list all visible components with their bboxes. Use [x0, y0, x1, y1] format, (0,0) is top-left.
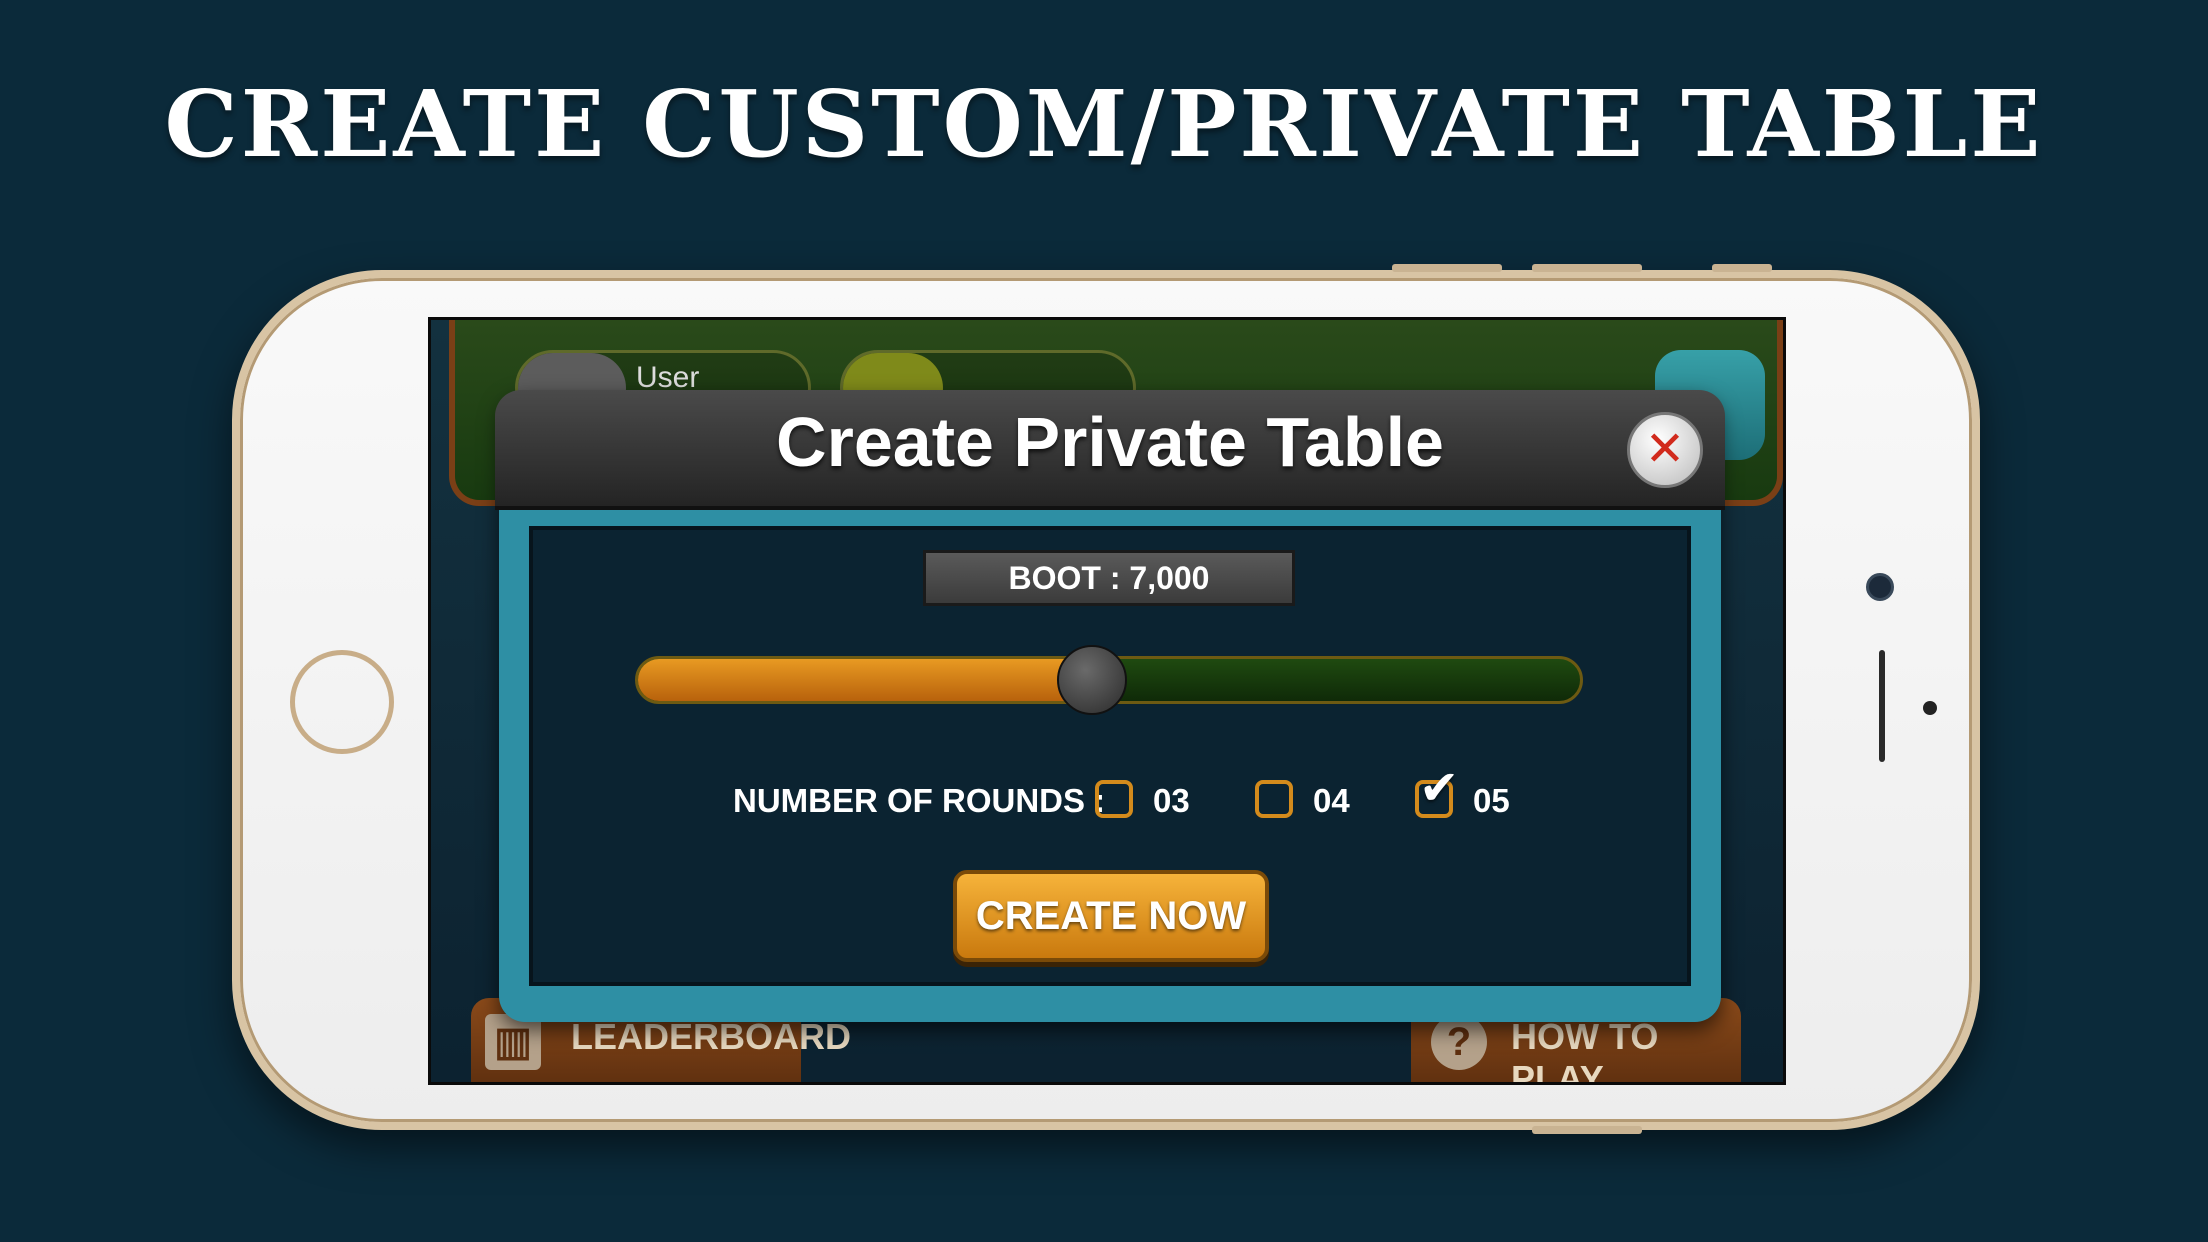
podium-icon: ▥	[485, 1014, 541, 1070]
proximity-sensor	[1923, 701, 1937, 715]
volume-up-button	[1392, 264, 1502, 272]
question-icon: ?	[1431, 1014, 1487, 1070]
checkbox[interactable]	[1255, 780, 1293, 818]
power-button	[1532, 1126, 1642, 1134]
rounds-label: NUMBER OF ROUNDS :	[733, 782, 1106, 819]
close-button[interactable]: ✕	[1627, 412, 1703, 488]
dialog-body: BOOT : 7,000 NUMBER OF ROUNDS : 03 04 ✔ …	[529, 526, 1691, 986]
boot-slider[interactable]	[635, 645, 1583, 715]
headline: CREATE CUSTOM/PRIVATE TABLE	[164, 70, 2044, 178]
front-camera	[1866, 573, 1894, 601]
how-to-play-label: HOW TO PLAY	[1511, 1016, 1659, 1085]
game-screen: User ▥ LEADERBOARD ? HOW TO PLAY Create …	[428, 317, 1786, 1085]
slider-fill	[638, 659, 1091, 701]
checkmark-icon: ✔	[1419, 760, 1460, 816]
checkbox[interactable]	[1095, 780, 1133, 818]
mute-switch	[1712, 264, 1772, 272]
leaderboard-label: LEADERBOARD	[571, 1016, 852, 1057]
slider-thumb[interactable]	[1057, 645, 1128, 715]
dialog-title: Create Private Table	[776, 403, 1444, 481]
boot-amount: BOOT : 7,000	[923, 550, 1295, 606]
round-option-label: 05	[1473, 782, 1510, 819]
round-option-label: 04	[1313, 782, 1350, 819]
volume-down-button	[1532, 264, 1642, 272]
round-option-label: 03	[1153, 782, 1190, 819]
home-button[interactable]	[290, 650, 394, 754]
speaker-grille	[1879, 650, 1885, 762]
dialog-header: Create Private Table ✕	[495, 390, 1725, 510]
create-now-button[interactable]: CREATE NOW	[953, 870, 1269, 962]
create-private-table-dialog: Create Private Table ✕ BOOT : 7,000 NUMB…	[495, 390, 1725, 1022]
close-icon: ✕	[1644, 421, 1686, 477]
